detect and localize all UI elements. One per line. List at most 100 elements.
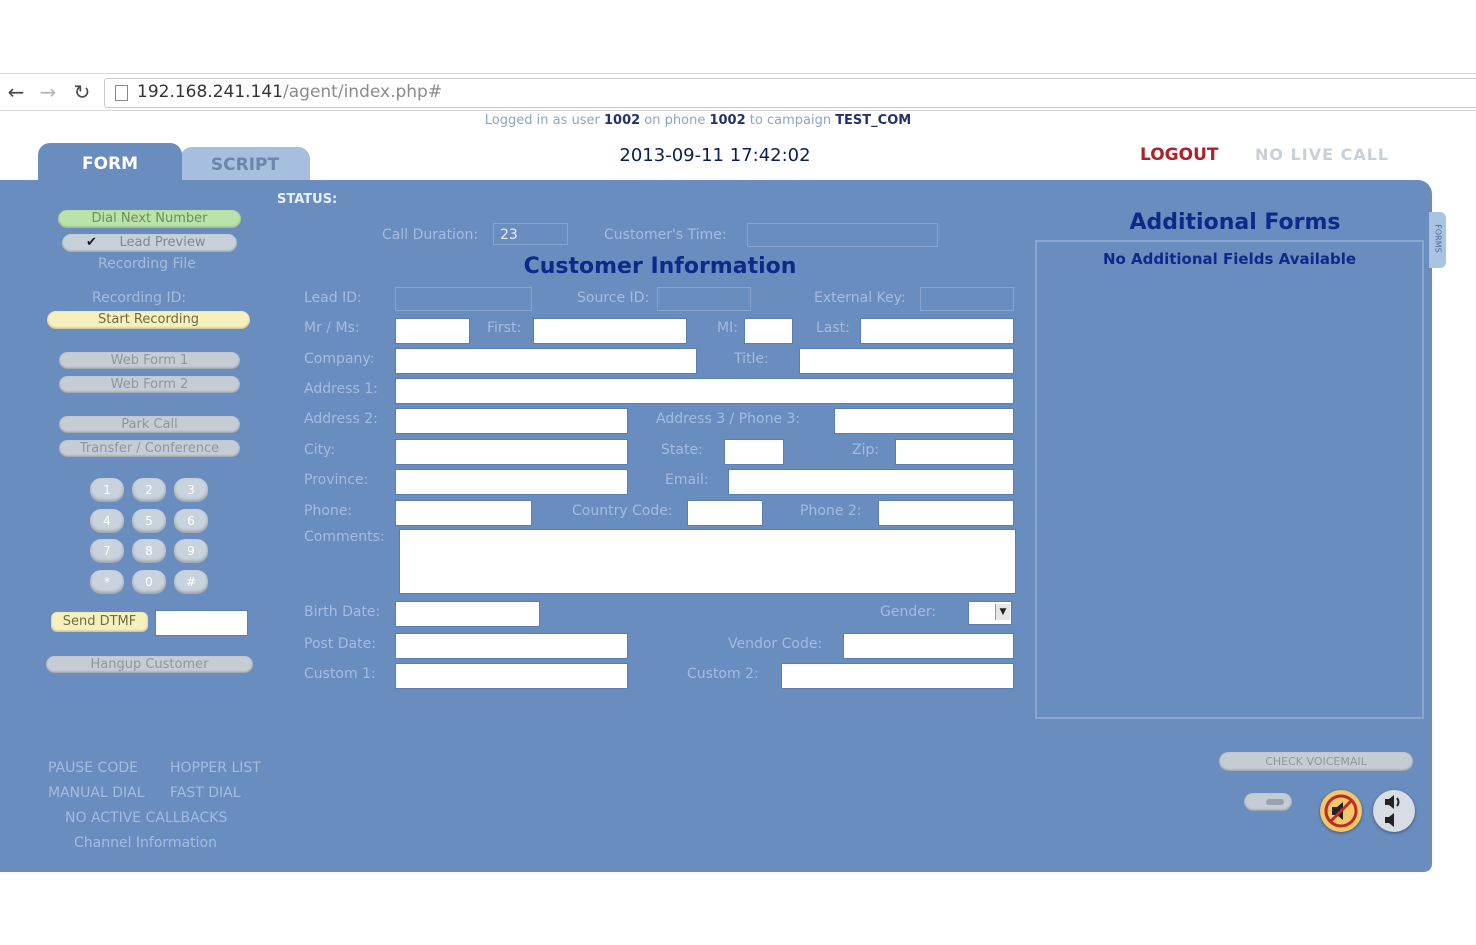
birth-date-field[interactable]: [395, 601, 540, 627]
first-name-field[interactable]: [533, 318, 687, 344]
keypad-key[interactable]: 3: [174, 478, 208, 502]
zip-label: Zip:: [852, 442, 880, 458]
keypad-key[interactable]: 6: [174, 509, 208, 533]
pause-code-link[interactable]: PAUSE CODE: [48, 760, 138, 776]
address-bar[interactable]: 192.168.241.141/agent/index.php#: [104, 78, 1476, 108]
url-path: /agent/index.php#: [283, 82, 443, 102]
send-dtmf-button[interactable]: Send DTMF: [51, 612, 148, 632]
tab-form[interactable]: FORM: [38, 143, 182, 183]
lead-preview-toggle[interactable]: ✔ Lead Preview: [62, 234, 237, 252]
birth-date-label: Birth Date:: [304, 604, 381, 620]
mute-speaker-button[interactable]: [1320, 790, 1362, 832]
login-prefix: Logged in as user: [484, 113, 604, 128]
title-field[interactable]: [799, 348, 1014, 374]
custom2-label: Custom 2:: [687, 666, 759, 682]
vendor-code-field[interactable]: [843, 633, 1014, 659]
first-name-label: First:: [487, 320, 522, 336]
customer-info-title: Customer Information: [523, 254, 797, 279]
country-code-label: Country Code:: [572, 503, 673, 519]
manual-dial-link[interactable]: MANUAL DIAL: [48, 785, 145, 801]
back-icon[interactable]: ←: [4, 80, 28, 104]
state-label: State:: [661, 442, 703, 458]
start-recording-button[interactable]: Start Recording: [47, 311, 250, 329]
dtmf-input[interactable]: [155, 610, 248, 636]
call-duration-field: 23: [493, 223, 568, 245]
salutation-label: Mr / Ms:: [304, 320, 360, 336]
address2-label: Address 2:: [304, 411, 378, 427]
transfer-conference-button[interactable]: Transfer / Conference: [59, 440, 240, 457]
additional-forms-box: No Additional Fields Available: [1035, 240, 1424, 719]
keypad-key[interactable]: 0: [132, 570, 166, 594]
login-phone: 1002: [709, 113, 746, 128]
hopper-list-link[interactable]: HOPPER LIST: [170, 760, 261, 776]
channel-information-link[interactable]: Channel Information: [74, 835, 217, 851]
check-voicemail-button[interactable]: CHECK VOICEMAIL: [1219, 752, 1413, 771]
company-field[interactable]: [395, 348, 697, 374]
tab-script[interactable]: SCRIPT: [180, 147, 310, 183]
phone2-field[interactable]: [878, 500, 1014, 526]
comments-textarea[interactable]: [399, 529, 1016, 594]
email-label: Email:: [665, 472, 709, 488]
recording-file-label: Recording File: [98, 256, 196, 272]
reload-icon[interactable]: ↻: [70, 80, 94, 104]
web-form-1-button[interactable]: Web Form 1: [59, 352, 240, 369]
lead-id-label: Lead ID:: [304, 290, 362, 306]
phone2-label: Phone 2:: [800, 503, 862, 519]
login-phone-text: on phone: [640, 113, 710, 128]
login-campaign: TEST_COM: [835, 113, 912, 128]
address1-field[interactable]: [395, 378, 1014, 404]
address3-label: Address 3 / Phone 3:: [656, 411, 801, 427]
vendor-code-label: Vendor Code:: [728, 636, 823, 652]
keypad-key[interactable]: 1: [90, 478, 124, 502]
keypad-key[interactable]: #: [174, 570, 208, 594]
custom1-field[interactable]: [395, 663, 628, 689]
middle-initial-field[interactable]: [744, 318, 793, 344]
last-name-field[interactable]: [860, 318, 1014, 344]
state-field[interactable]: [724, 439, 784, 465]
status-label: STATUS:: [277, 192, 338, 207]
custom2-field[interactable]: [781, 663, 1014, 689]
customer-time-label: Customer's Time:: [604, 227, 727, 243]
keypad-key[interactable]: 2: [132, 478, 166, 502]
keypad-key[interactable]: 7: [90, 539, 124, 563]
comments-label: Comments:: [304, 529, 385, 545]
address2-field[interactable]: [395, 408, 628, 434]
hangup-customer-button[interactable]: Hangup Customer: [46, 656, 253, 673]
province-label: Province:: [304, 472, 369, 488]
dial-next-button[interactable]: Dial Next Number: [58, 210, 241, 228]
post-date-field[interactable]: [395, 633, 628, 659]
clock: 2013-09-11 17:42:02: [619, 145, 811, 166]
logout-link[interactable]: LOGOUT: [1140, 145, 1218, 165]
fast-dial-link[interactable]: FAST DIAL: [170, 785, 241, 801]
lead-preview-label: Lead Preview: [119, 235, 206, 250]
source-id-field: [657, 287, 751, 311]
zip-field[interactable]: [895, 439, 1014, 465]
keypad-key[interactable]: 5: [132, 509, 166, 533]
last-name-label: Last:: [816, 320, 850, 336]
customer-time-field: [747, 223, 938, 247]
city-field[interactable]: [395, 439, 628, 465]
address3-field[interactable]: [834, 408, 1014, 434]
keypad-key[interactable]: 8: [132, 539, 166, 563]
province-field[interactable]: [395, 469, 628, 495]
salutation-field[interactable]: [395, 318, 470, 344]
login-info: Logged in as user 1002 on phone 1002 to …: [0, 113, 1396, 128]
phone-field[interactable]: [395, 500, 532, 526]
keypad-key[interactable]: 9: [174, 539, 208, 563]
volume-buttons[interactable]: [1373, 790, 1415, 832]
address1-label: Address 1:: [304, 381, 378, 397]
keypad-key[interactable]: *: [90, 570, 124, 594]
url-text: 192.168.241.141/agent/index.php#: [137, 82, 442, 102]
gender-select[interactable]: ▼: [968, 601, 1012, 625]
park-call-button[interactable]: Park Call: [59, 416, 240, 433]
custom1-label: Custom 1:: [304, 666, 376, 682]
country-code-field[interactable]: [687, 500, 763, 526]
post-date-label: Post Date:: [304, 636, 376, 652]
email-field[interactable]: [728, 469, 1014, 495]
forward-icon[interactable]: →: [36, 80, 60, 104]
keypad-key[interactable]: 4: [90, 509, 124, 533]
volume-slider[interactable]: [1244, 793, 1292, 811]
forms-tab-handle[interactable]: FORMS: [1429, 212, 1446, 268]
web-form-2-button[interactable]: Web Form 2: [59, 376, 240, 393]
callbacks-link[interactable]: NO ACTIVE CALLBACKS: [65, 810, 227, 826]
